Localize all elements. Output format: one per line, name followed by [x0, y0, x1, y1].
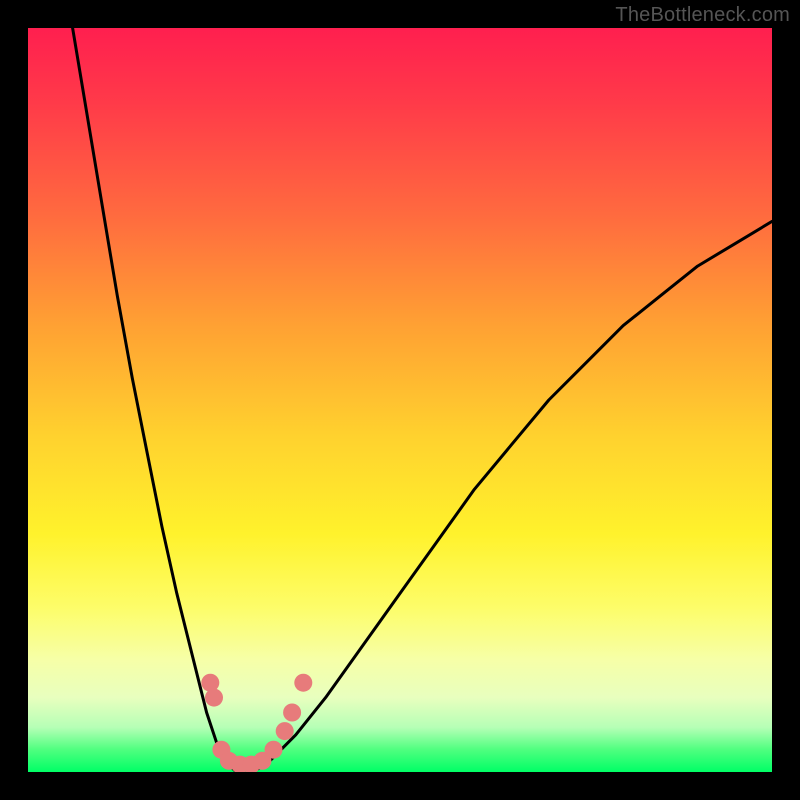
chart-markers	[201, 674, 312, 772]
chart-plot-area	[28, 28, 772, 772]
curve-left-curve	[73, 28, 237, 772]
marker-point	[276, 722, 294, 740]
chart-frame: TheBottleneck.com	[0, 0, 800, 800]
marker-point	[205, 689, 223, 707]
curve-right-curve	[251, 221, 772, 772]
marker-point	[294, 674, 312, 692]
chart-svg	[28, 28, 772, 772]
chart-curves	[73, 28, 772, 772]
marker-point	[265, 741, 283, 759]
watermark-text: TheBottleneck.com	[615, 4, 790, 27]
marker-point	[283, 704, 301, 722]
